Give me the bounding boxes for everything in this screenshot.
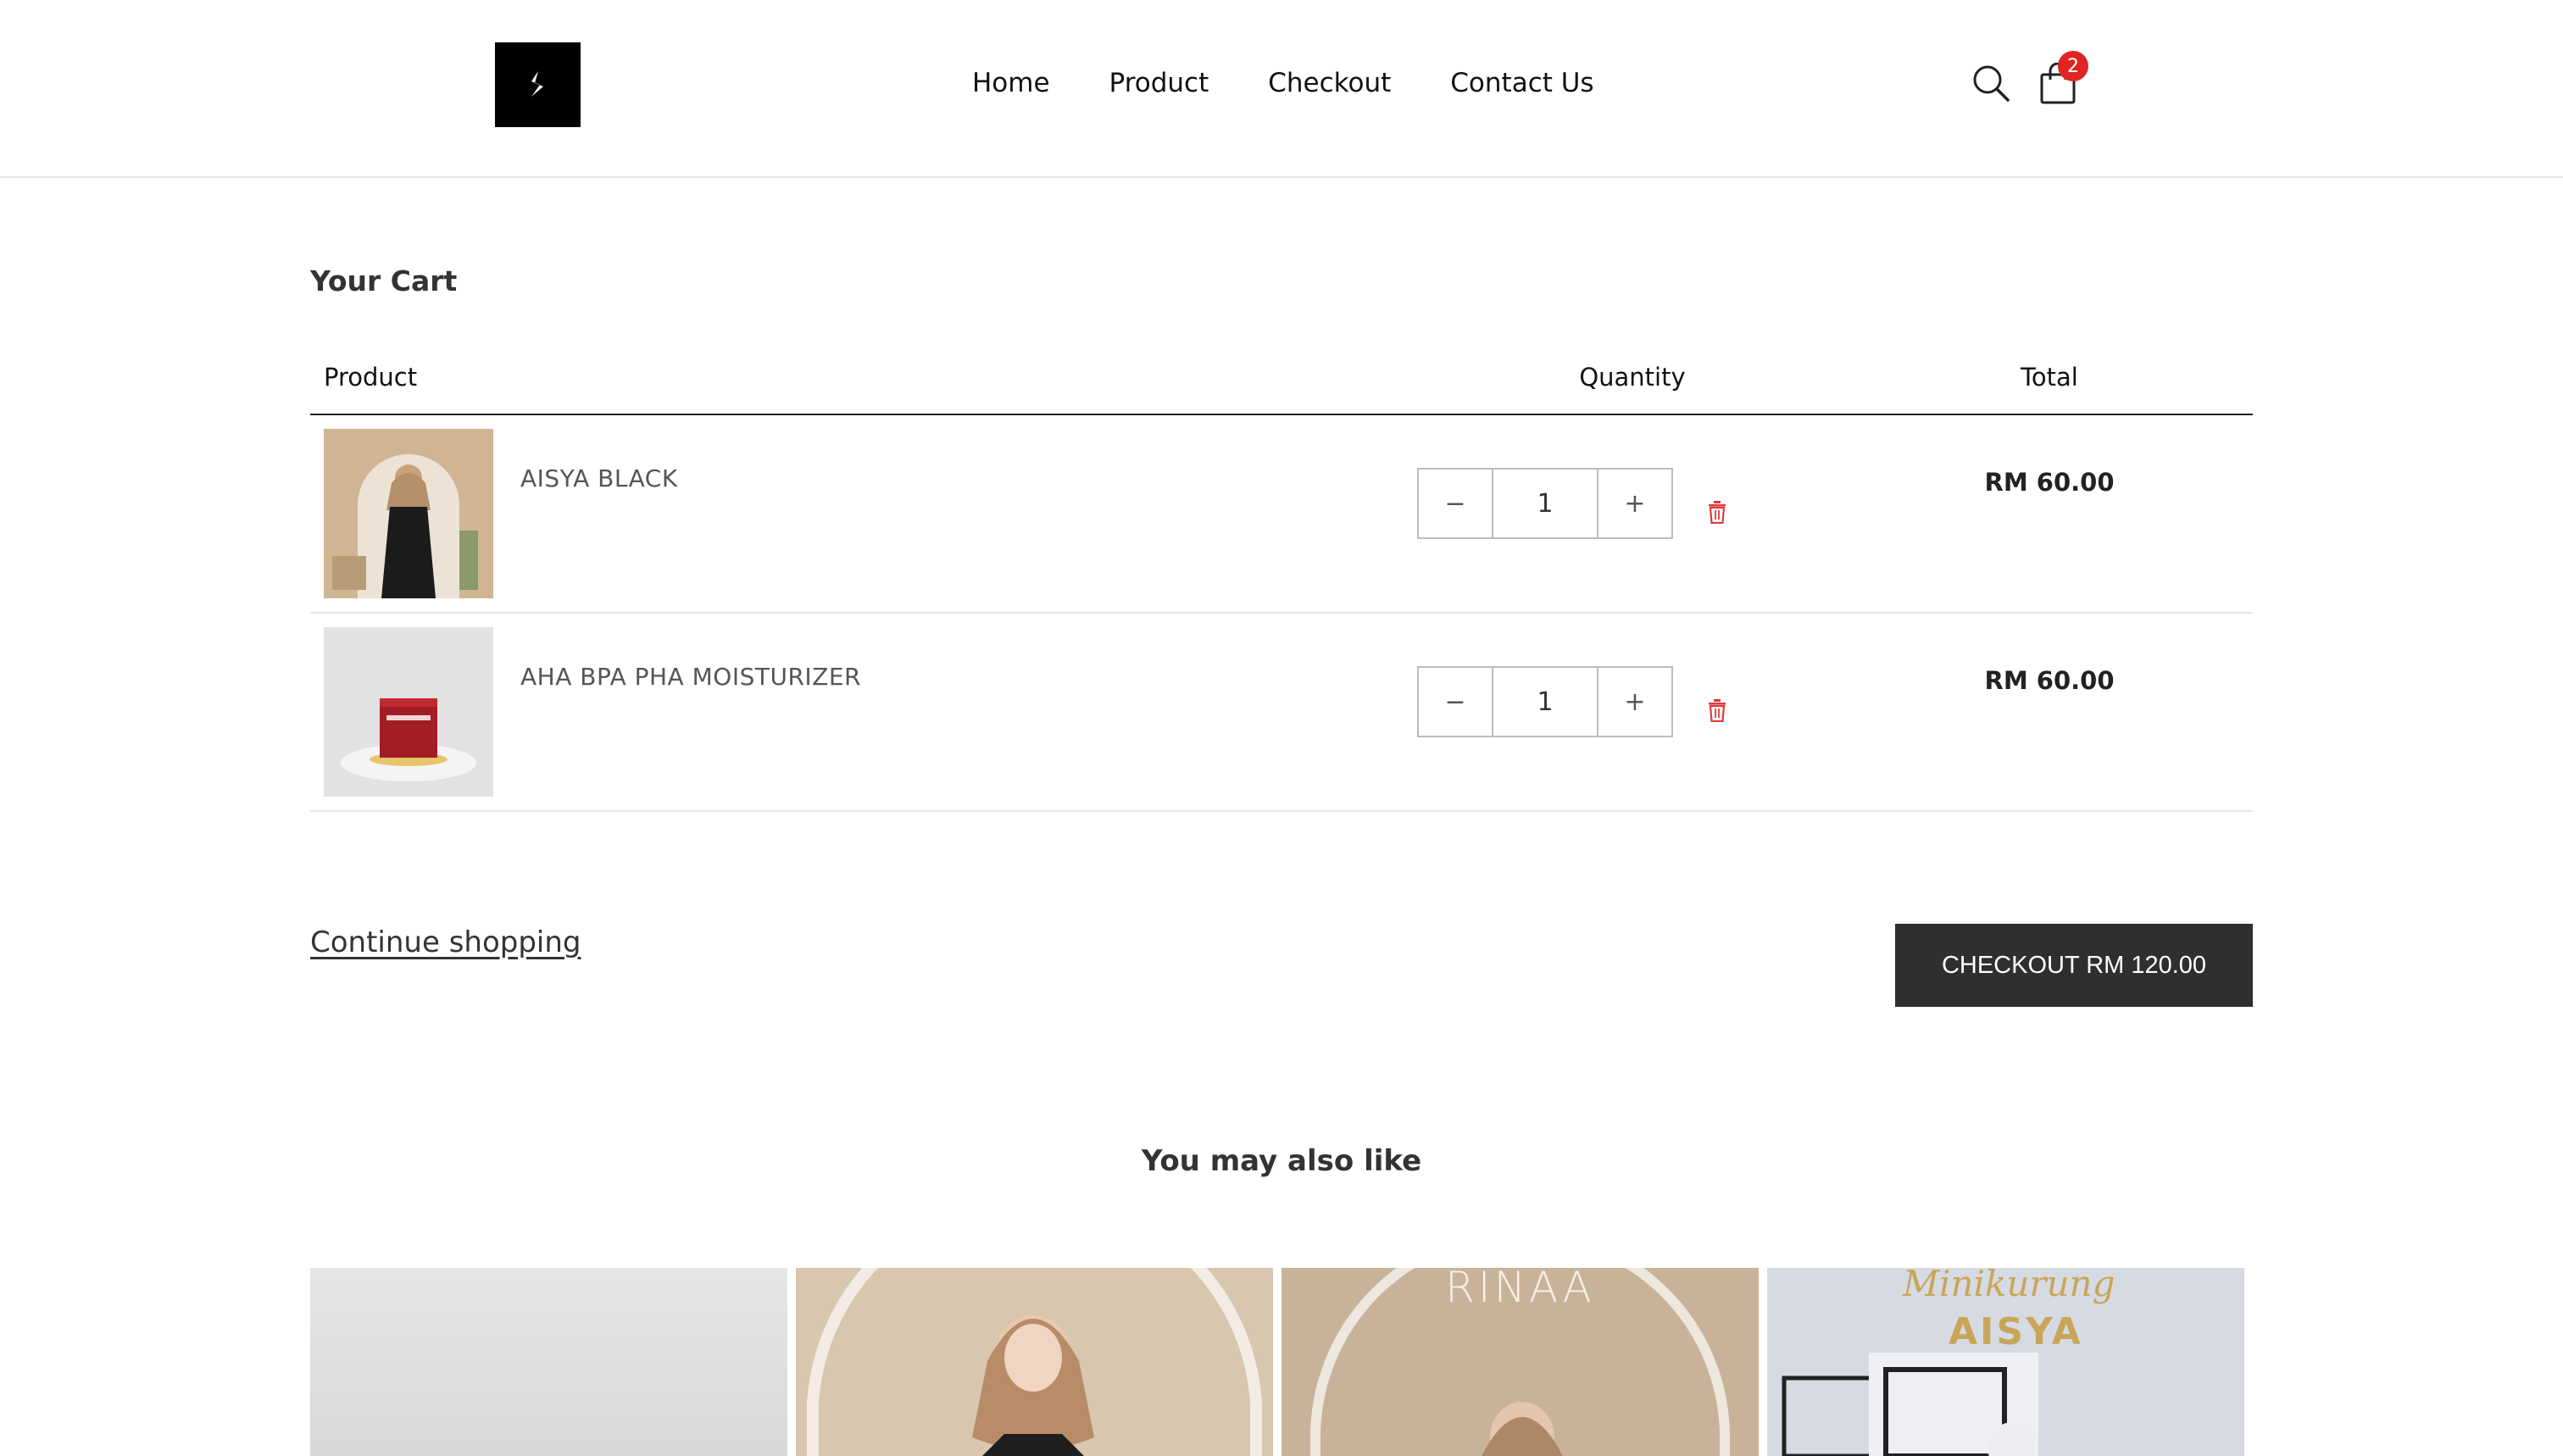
column-header-product: Product xyxy=(324,363,418,392)
recommendation-card[interactable] xyxy=(796,1268,1273,1456)
column-header-quantity: Quantity xyxy=(1579,363,1686,392)
decrease-quantity-button[interactable]: − xyxy=(1419,470,1492,537)
column-header-total: Total xyxy=(2021,363,2078,392)
recommendation-card[interactable] xyxy=(310,1268,787,1456)
quantity-input[interactable]: 1 xyxy=(1492,668,1598,736)
main-nav: Home Product Checkout Contact Us xyxy=(972,68,1594,98)
line-total: RM 60.00 xyxy=(1984,666,2115,695)
increase-quantity-button[interactable]: + xyxy=(1598,470,1671,537)
recommendation-overlay-text: RINAA xyxy=(1445,1268,1595,1312)
nav-checkout[interactable]: Checkout xyxy=(1268,68,1391,98)
product-name[interactable]: AHA BPA PHA MOISTURIZER xyxy=(520,663,861,691)
recommendation-card[interactable]: RINAA xyxy=(1282,1268,1759,1456)
quantity-stepper: − 1 + xyxy=(1417,666,1673,737)
product-photo-moisturizer xyxy=(324,627,493,797)
store-logo[interactable] xyxy=(495,42,581,127)
trash-icon[interactable] xyxy=(1707,500,1727,524)
trash-icon[interactable] xyxy=(1707,698,1727,722)
cart-row: AISYA BLACK − 1 + RM 60.00 xyxy=(310,415,2253,614)
decrease-quantity-button[interactable]: − xyxy=(1419,668,1492,736)
page-title: Your Cart xyxy=(310,264,458,297)
quantity-input[interactable]: 1 xyxy=(1492,470,1598,537)
logo-mark-icon xyxy=(531,71,543,97)
product-image[interactable] xyxy=(324,429,493,598)
continue-shopping-link[interactable]: Continue shopping xyxy=(310,925,581,959)
quantity-stepper: − 1 + xyxy=(1417,468,1673,539)
nav-home[interactable]: Home xyxy=(972,68,1050,98)
cart-row: AHA BPA PHA MOISTURIZER − 1 + RM 60.00 xyxy=(310,614,2253,812)
product-image[interactable] xyxy=(324,627,493,797)
cart-table-header: Product Quantity Total xyxy=(310,363,2253,415)
checkout-button[interactable]: CHECKOUT RM 120.00 xyxy=(1895,924,2253,1007)
recommendation-photo xyxy=(796,1268,1273,1456)
nav-product[interactable]: Product xyxy=(1109,68,1209,98)
product-photo-aisya-black xyxy=(324,429,493,598)
recommendations-heading: You may also like xyxy=(1141,1144,1422,1178)
cart-count-badge: 2 xyxy=(2058,51,2088,81)
nav-contact-us[interactable]: Contact Us xyxy=(1450,68,1593,98)
recommendation-card[interactable]: Minikurung AISYA xyxy=(1767,1268,2244,1456)
recommendation-overlay-title: AISYA xyxy=(1949,1310,2083,1353)
line-total: RM 60.00 xyxy=(1984,468,2115,497)
search-icon[interactable] xyxy=(1971,63,2011,103)
product-name[interactable]: AISYA BLACK xyxy=(520,464,678,492)
site-header: Home Product Checkout Contact Us 2 xyxy=(0,0,2563,178)
recommendation-overlay-script: Minikurung xyxy=(1903,1268,2115,1304)
increase-quantity-button[interactable]: + xyxy=(1598,668,1671,736)
